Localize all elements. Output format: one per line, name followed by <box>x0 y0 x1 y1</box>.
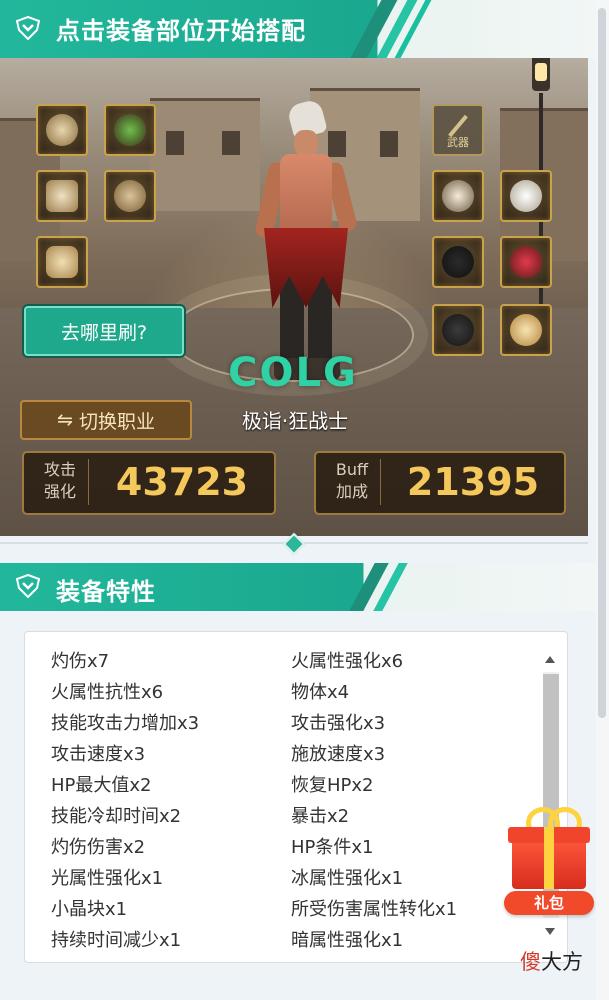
trait-item: 技能冷却时间x2 <box>51 806 182 827</box>
attack-value: 43723 <box>115 460 249 504</box>
bracelet-slot[interactable] <box>432 170 484 222</box>
trait-item: 恢复HPx2 <box>291 775 374 796</box>
weapon-label: 武器 <box>447 136 469 149</box>
belt-icon <box>114 180 146 212</box>
trait-item: 持续时间减少x1 <box>51 930 182 951</box>
scroll-up-arrow-icon[interactable] <box>545 656 555 663</box>
belt-slot[interactable] <box>104 170 156 222</box>
top-header: 点击装备部位开始搭配 <box>0 0 609 58</box>
trait-item: 攻击强化x3 <box>291 713 386 734</box>
traits-title: 装备特性 <box>56 578 156 606</box>
magic-stone-slot[interactable] <box>432 304 484 356</box>
top-armor-slot[interactable] <box>104 104 156 156</box>
trait-item: 灼伤x7 <box>51 651 110 672</box>
page-scrollbar[interactable] <box>596 0 609 1000</box>
background-building <box>150 98 260 211</box>
trait-item: 火属性强化x6 <box>291 651 404 672</box>
trait-item: 物体x4 <box>291 682 350 703</box>
trait-item: 灼伤伤害x2 <box>51 837 146 858</box>
watermark: 傻大方 <box>520 950 583 974</box>
shoulder-armor-icon <box>46 114 78 146</box>
boots-slot[interactable] <box>36 236 88 288</box>
bracelet-icon <box>442 180 474 212</box>
character-scene: 武器 COLG 极诣·狂战士 去哪里刷? ⇋ 切换职业 攻击 强化 43723 B… <box>0 58 588 536</box>
pants-slot[interactable] <box>36 170 88 222</box>
colg-logo: COLG <box>228 350 358 396</box>
ring-icon <box>442 246 474 278</box>
necklace-icon <box>510 180 542 212</box>
weapon-slot[interactable]: 武器 <box>432 104 484 156</box>
trait-item: 技能攻击力增加x3 <box>51 713 200 734</box>
buff-caption: Buff 加成 <box>324 459 381 505</box>
switch-icon: ⇋ <box>57 409 73 431</box>
shield-icon <box>15 16 41 40</box>
trait-item: 施放速度x3 <box>291 744 386 765</box>
gift-label: 礼包 <box>504 891 594 915</box>
trait-item: 攻击速度x3 <box>51 744 146 765</box>
gift-button[interactable]: 礼包 <box>504 805 596 917</box>
shield-icon <box>15 574 41 598</box>
page-scroll-thumb[interactable] <box>598 8 606 718</box>
trait-item: 暴击x2 <box>291 806 350 827</box>
top-armor-icon <box>114 114 146 146</box>
sub-equip-icon <box>510 246 542 278</box>
trait-item: 所受伤害属性转化x1 <box>291 899 458 920</box>
attack-caption: 攻击 强化 <box>32 459 89 505</box>
trait-item: 冰属性强化x1 <box>291 868 404 889</box>
section-divider <box>0 532 588 556</box>
job-name: 极诣·狂战士 <box>241 409 349 433</box>
trait-item: HP最大值x2 <box>51 775 152 796</box>
necklace-slot[interactable] <box>500 170 552 222</box>
attack-stat-box: 攻击 强化 43723 <box>22 451 276 515</box>
buff-value: 21395 <box>406 460 540 504</box>
trait-item: HP条件x1 <box>291 837 374 858</box>
diamond-icon <box>282 532 306 556</box>
traits-panel: 灼伤x7 火属性抗性x6 技能攻击力增加x3 攻击速度x3 HP最大值x2 技能… <box>24 631 568 963</box>
trait-item: 火属性抗性x6 <box>51 682 164 703</box>
traits-header: 装备特性 <box>0 563 596 611</box>
traits-list: 灼伤x7 火属性抗性x6 技能攻击力增加x3 攻击速度x3 HP最大值x2 技能… <box>25 632 540 962</box>
buff-stat-box: Buff 加成 21395 <box>314 451 566 515</box>
trait-item: 暗属性强化x1 <box>291 930 404 951</box>
page-title: 点击装备部位开始搭配 <box>56 17 306 45</box>
shoulder-armor-slot[interactable] <box>36 104 88 156</box>
pants-icon <box>46 180 78 212</box>
trait-item: 小晶块x1 <box>51 899 128 920</box>
magic-stone-icon <box>442 314 474 346</box>
boots-icon <box>46 246 78 278</box>
earring-slot[interactable] <box>500 304 552 356</box>
trait-item: 光属性强化x1 <box>51 868 164 889</box>
switch-job-button[interactable]: ⇋ 切换职业 <box>20 400 192 440</box>
switch-job-label: 切换职业 <box>78 410 155 433</box>
scroll-down-arrow-icon[interactable] <box>545 928 555 935</box>
ring-slot[interactable] <box>432 236 484 288</box>
sub-equip-slot[interactable] <box>500 236 552 288</box>
where-to-farm-button[interactable]: 去哪里刷? <box>24 306 184 356</box>
earring-icon <box>510 314 542 346</box>
